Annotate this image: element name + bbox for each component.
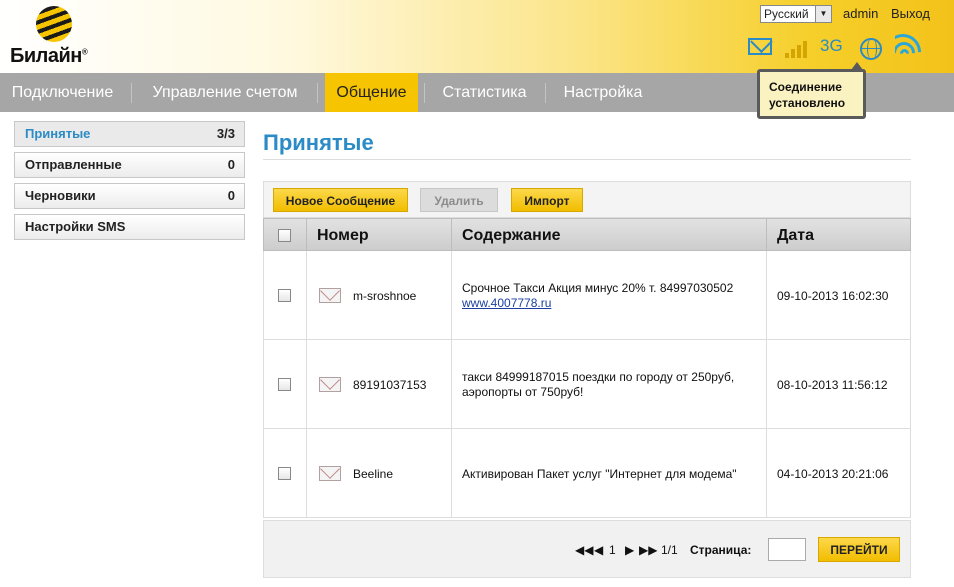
tooltip-line-1: Соединение <box>769 80 842 94</box>
message-date: 08-10-2013 11:56:12 <box>777 378 888 392</box>
sidebar-item-sent[interactable]: Отправленные 0 <box>14 152 245 178</box>
last-page-icon[interactable]: ▶▶ <box>639 543 657 557</box>
sender-number: Beeline <box>353 467 394 481</box>
page-label: Страница: <box>690 543 752 557</box>
logout-link[interactable]: Выход <box>891 6 930 21</box>
header: Билайн® Русский ▼ admin Выход 3G <box>0 0 954 73</box>
column-date[interactable]: Дата <box>767 219 910 250</box>
app-root: Билайн® Русский ▼ admin Выход 3G Подключ… <box>0 0 954 587</box>
message-content: Активирован Пакет услуг "Интернет для мо… <box>462 467 737 481</box>
sidebar-item-sms-settings[interactable]: Настройки SMS <box>14 214 245 240</box>
message-toolbar: Новое Сообщение Удалить Импорт <box>263 181 911 218</box>
sidebar-item-label: Настройки SMS <box>25 219 126 234</box>
column-content[interactable]: Содержание <box>452 219 767 250</box>
column-number[interactable]: Номер <box>307 219 452 250</box>
message-content: Срочное Такси Акция минус 20% т. 8499703… <box>462 281 734 295</box>
message-content: такси 84999187015 поездки по городу от 2… <box>462 370 735 399</box>
user-name[interactable]: admin <box>843 6 878 21</box>
signal-strength-icon <box>785 38 811 58</box>
mail-icon[interactable] <box>748 38 772 55</box>
sidebar-item-label: Принятые <box>25 126 91 141</box>
table-row[interactable]: m-sroshnoe Срочное Такси Акция минус 20%… <box>263 251 911 340</box>
beeline-logo[interactable]: Билайн® <box>10 6 100 70</box>
first-page-icon[interactable]: ◀◀ <box>575 543 593 557</box>
message-date: 09-10-2013 16:02:30 <box>777 289 889 303</box>
wifi-icon[interactable] <box>895 32 923 58</box>
page-total: 1/1 <box>661 543 678 557</box>
language-select[interactable]: Русский ▼ <box>760 5 832 23</box>
chevron-down-icon[interactable]: ▼ <box>815 6 831 22</box>
header-checkbox-cell <box>264 219 307 250</box>
sidebar-item-count: 3/3 <box>216 126 235 141</box>
page-input[interactable] <box>768 538 806 561</box>
envelope-icon <box>319 466 341 481</box>
title-divider <box>263 159 911 160</box>
table-header: Номер Содержание Дата <box>263 218 911 251</box>
message-date: 04-10-2013 20:21:06 <box>777 467 889 481</box>
page-title: Принятые <box>263 130 374 155</box>
sidebar-item-inbox[interactable]: Принятые 3/3 <box>14 121 245 147</box>
nav-connection[interactable]: Подключение <box>0 73 125 112</box>
table-row[interactable]: 89191037153 такси 84999187015 поездки по… <box>263 340 911 429</box>
sidebar-item-label: Черновики <box>25 188 96 203</box>
table-row[interactable]: Beeline Активирован Пакет услуг "Интерне… <box>263 429 911 518</box>
envelope-icon <box>319 288 341 303</box>
row-checkbox[interactable] <box>278 467 291 480</box>
nav-account[interactable]: Управление счетом <box>140 73 310 112</box>
delete-button[interactable]: Удалить <box>420 188 498 212</box>
pagination-bar: ◀◀ ◀ 1 ▶ ▶▶ 1/1 Страница: ПЕРЕЙТИ <box>263 520 911 578</box>
logo-text: Билайн® <box>10 45 88 67</box>
globe-icon[interactable] <box>860 38 882 60</box>
sidebar-item-drafts[interactable]: Черновики 0 <box>14 183 245 209</box>
row-checkbox[interactable] <box>278 378 291 391</box>
sidebar-item-label: Отправленные <box>25 157 122 172</box>
go-button[interactable]: ПЕРЕЙТИ <box>818 537 900 562</box>
sidebar-item-count: 0 <box>227 188 235 203</box>
sender-number: 89191037153 <box>353 378 427 392</box>
nav-communication[interactable]: Общение <box>325 73 418 112</box>
message-link[interactable]: www.4007778.ru <box>462 296 551 310</box>
sender-number: m-sroshnoe <box>353 289 417 303</box>
next-page-icon[interactable]: ▶ <box>625 543 634 557</box>
import-button[interactable]: Импорт <box>511 188 583 212</box>
page-number[interactable]: 1 <box>609 543 616 557</box>
language-value: Русский <box>764 7 809 21</box>
select-all-checkbox[interactable] <box>278 229 291 242</box>
beeline-logo-icon <box>36 6 72 42</box>
new-message-button[interactable]: Новое Сообщение <box>273 188 408 212</box>
prev-page-icon[interactable]: ◀ <box>594 543 603 557</box>
tooltip-line-2: установлено <box>769 96 846 110</box>
network-type-label: 3G <box>820 36 843 55</box>
sidebar-item-count: 0 <box>227 157 235 172</box>
row-checkbox[interactable] <box>278 289 291 302</box>
envelope-icon <box>319 377 341 392</box>
nav-settings[interactable]: Настройка <box>553 73 653 112</box>
connection-tooltip: Соединение установлено <box>757 69 866 119</box>
nav-statistics[interactable]: Статистика <box>432 73 537 112</box>
